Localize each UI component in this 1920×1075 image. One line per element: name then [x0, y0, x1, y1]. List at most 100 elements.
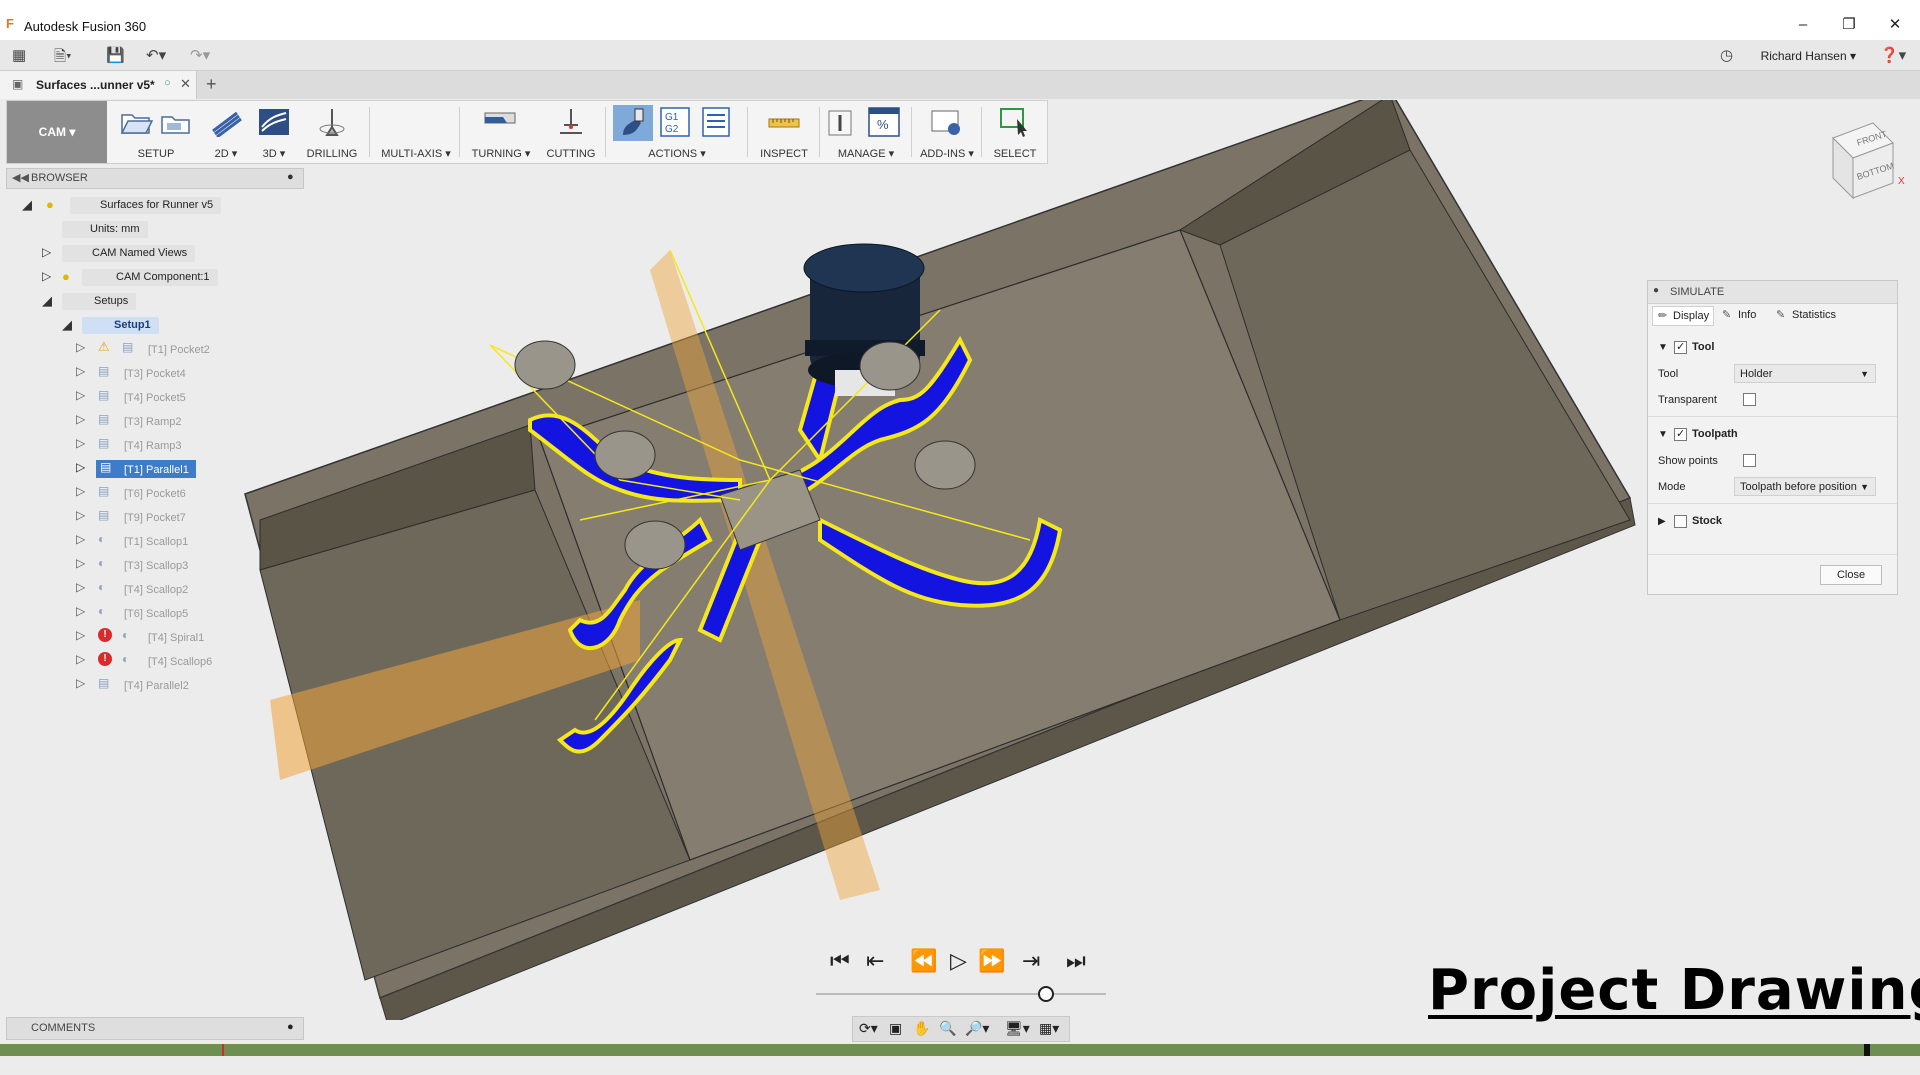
- timeline-marker-start[interactable]: [222, 1044, 224, 1056]
- visibility-bulb-icon[interactable]: ●: [62, 269, 70, 284]
- view-cube[interactable]: FRONT BOTTOM X: [1818, 118, 1908, 208]
- document-tab[interactable]: ▣ Surfaces ...unner v5* ○ ✕: [0, 71, 197, 99]
- expand-toggle-icon[interactable]: ▷: [42, 245, 51, 259]
- document-tab-label: Surfaces ...unner v5*: [36, 78, 155, 92]
- new-tab-icon[interactable]: +: [206, 74, 217, 95]
- workspace-switcher[interactable]: CAM ▾: [7, 101, 107, 163]
- title-bar: F Autodesk Fusion 360 – ❐ ✕: [0, 0, 1920, 40]
- add-comment-icon[interactable]: ●: [287, 1021, 294, 1033]
- job-status-icon[interactable]: ◷: [1720, 46, 1733, 64]
- collapse-panel-icon[interactable]: ◀◀: [12, 171, 29, 184]
- playback-slider-track[interactable]: [816, 993, 1106, 995]
- expand-toggle-icon[interactable]: ▷: [76, 580, 85, 594]
- timeline-marker-end[interactable]: [1864, 1044, 1870, 1056]
- close-window-button[interactable]: ✕: [1880, 14, 1910, 36]
- tree-setup1[interactable]: ◢ Setup1: [62, 316, 262, 336]
- go-to-end-icon[interactable]: ⏭: [1066, 948, 1086, 974]
- setups-label: Setups: [62, 293, 137, 310]
- look-at-icon[interactable]: ▣: [889, 1020, 902, 1037]
- tab-statistics[interactable]: ✎ Statistics: [1772, 306, 1852, 326]
- stock-checkbox[interactable]: [1674, 515, 1687, 528]
- comments-panel[interactable]: COMMENTS ●: [6, 1017, 304, 1040]
- app-grid-icon[interactable]: ▦: [12, 46, 26, 64]
- minimize-button[interactable]: –: [1788, 14, 1818, 36]
- pan-icon[interactable]: ✋: [913, 1020, 930, 1037]
- tree-named-views[interactable]: ▷ CAM Named Views: [42, 244, 262, 264]
- save-icon[interactable]: 💾: [106, 46, 125, 64]
- expand-toggle-icon[interactable]: ▷: [42, 269, 51, 283]
- simulate-header[interactable]: ● SIMULATE: [1648, 281, 1897, 304]
- expand-toggle-icon[interactable]: ▷: [76, 604, 85, 618]
- help-icon[interactable]: ❓▾: [1880, 46, 1906, 64]
- expand-toggle-icon[interactable]: ▷: [76, 436, 85, 450]
- tool-dropdown[interactable]: Holder ▼: [1734, 364, 1876, 383]
- show-points-checkbox[interactable]: [1743, 454, 1756, 467]
- expand-toggle-icon[interactable]: ◢: [62, 317, 72, 333]
- zoom-icon[interactable]: 🔍: [939, 1020, 956, 1037]
- tab-statistics-label: Statistics: [1792, 309, 1837, 321]
- simulate-title: SIMULATE: [1670, 286, 1725, 298]
- tree-setups[interactable]: ◢ Setups: [42, 292, 262, 312]
- expand-toggle-icon[interactable]: ▷: [76, 388, 85, 402]
- expand-toggle-icon[interactable]: ▷: [76, 628, 85, 642]
- expand-toggle-icon[interactable]: ▷: [76, 484, 85, 498]
- transparent-checkbox[interactable]: [1743, 393, 1756, 406]
- expand-toggle-icon[interactable]: ▷: [76, 652, 85, 666]
- undo-icon[interactable]: ↶▾: [146, 46, 166, 64]
- component-label: CAM Component:1: [82, 269, 218, 286]
- mode-dropdown[interactable]: Toolpath before position ▼: [1734, 477, 1876, 496]
- operation-label: [T4] Scallop6: [148, 656, 213, 668]
- expand-toggle-icon[interactable]: ▷: [76, 508, 85, 522]
- collapse-icon[interactable]: ●: [1653, 285, 1659, 296]
- expand-toggle-icon[interactable]: ▷: [76, 532, 85, 546]
- step-forward-icon[interactable]: ⏩: [978, 948, 1005, 974]
- view-cube-axis: X: [1898, 176, 1905, 187]
- grid-settings-icon[interactable]: ▦▾: [1039, 1020, 1059, 1037]
- expand-toggle-icon[interactable]: ▷: [76, 460, 85, 474]
- display-settings-icon[interactable]: 🖥▾: [1005, 1020, 1030, 1037]
- play-icon[interactable]: ▷: [950, 948, 967, 974]
- warning-icon: ⚠: [98, 339, 110, 354]
- tab-display[interactable]: ✏ Display: [1652, 306, 1714, 326]
- timeline-bar[interactable]: [0, 1044, 1920, 1056]
- section-toggle-icon[interactable]: ▶: [1658, 516, 1666, 527]
- restore-button[interactable]: ❐: [1834, 14, 1864, 36]
- close-button[interactable]: Close: [1820, 565, 1882, 585]
- expand-toggle-icon[interactable]: ◢: [42, 293, 52, 309]
- playback-slider-thumb[interactable]: [1038, 986, 1054, 1002]
- section-toggle-icon[interactable]: ▼: [1658, 429, 1668, 440]
- section-toggle-icon[interactable]: ▼: [1658, 342, 1668, 353]
- close-tab-icon[interactable]: ✕: [180, 76, 191, 92]
- operation-label: [T1] Scallop1: [124, 536, 189, 548]
- fit-icon[interactable]: 🔎▾: [965, 1020, 989, 1037]
- go-to-start-icon[interactable]: ⏮: [830, 948, 850, 974]
- operation-label: [T1] Parallel1: [124, 464, 189, 476]
- chevron-down-icon: ▼: [1860, 369, 1869, 379]
- viewport-canvas[interactable]: [240, 100, 1640, 1020]
- user-menu[interactable]: Richard Hansen ▾: [1761, 49, 1856, 63]
- ramp-op-icon: ▤: [98, 412, 110, 426]
- tab-display-label: Display: [1673, 310, 1710, 322]
- expand-toggle-icon[interactable]: ▷: [76, 676, 85, 690]
- next-operation-icon[interactable]: ⇥: [1022, 948, 1040, 974]
- expand-toggle-icon[interactable]: ▷: [76, 340, 85, 354]
- expand-toggle-icon[interactable]: ▷: [76, 412, 85, 426]
- tree-root[interactable]: ◢ ● Surfaces for Runner v5: [22, 196, 262, 216]
- ribbon-group-setup[interactable]: SETUP: [111, 101, 201, 163]
- toolpath-checkbox[interactable]: ✓: [1674, 428, 1687, 441]
- step-back-icon[interactable]: ⏪: [910, 948, 937, 974]
- tree-units[interactable]: Units: mm: [62, 220, 262, 240]
- tree-component[interactable]: ▷ ● CAM Component:1: [42, 268, 262, 288]
- visibility-bulb-icon[interactable]: ●: [46, 197, 54, 212]
- redo-icon[interactable]: ↷▾: [190, 46, 210, 64]
- file-menu-icon[interactable]: 🗎▾: [54, 46, 72, 71]
- expand-toggle-icon[interactable]: ◢: [22, 197, 32, 213]
- checkmark-icon: ✓: [1676, 341, 1686, 353]
- ramp-op-icon: ▤: [98, 436, 110, 450]
- orbit-icon[interactable]: ⟳▾: [859, 1020, 878, 1037]
- expand-toggle-icon[interactable]: ▷: [76, 364, 85, 378]
- previous-operation-icon[interactable]: ⇤: [866, 948, 884, 974]
- tab-info[interactable]: ✎ Info: [1718, 306, 1768, 326]
- tool-checkbox[interactable]: ✓: [1674, 341, 1687, 354]
- expand-toggle-icon[interactable]: ▷: [76, 556, 85, 570]
